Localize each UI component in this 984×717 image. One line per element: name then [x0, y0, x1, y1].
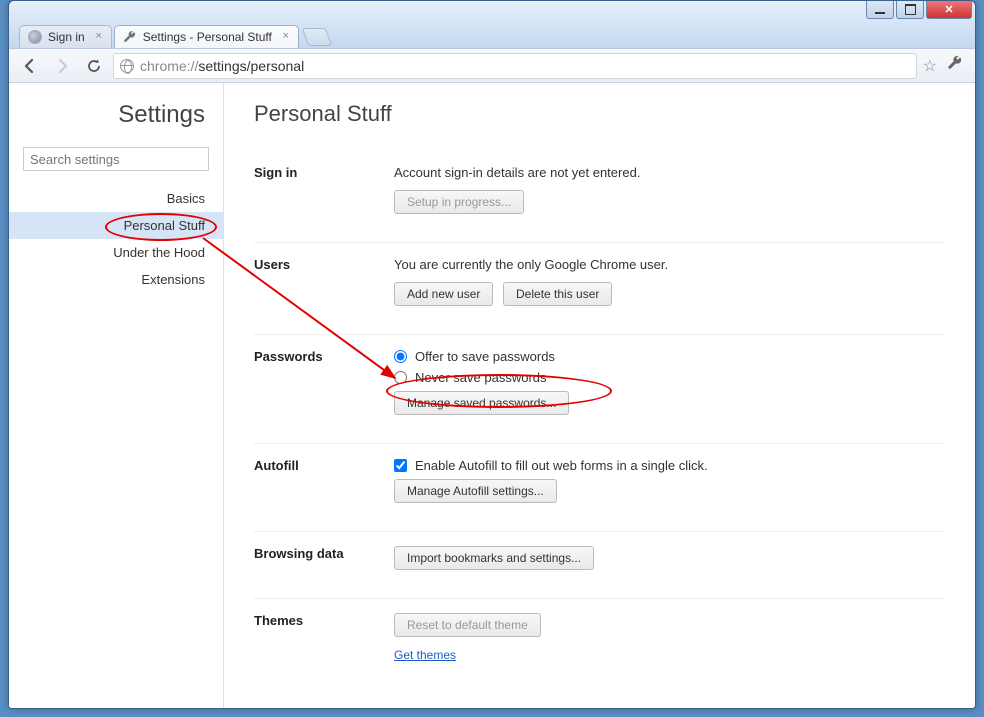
- section-users: Users You are currently the only Google …: [254, 243, 945, 335]
- tab-strip: Sign in × Settings - Personal Stuff ×: [9, 23, 975, 49]
- enable-autofill-checkbox[interactable]: [394, 459, 407, 472]
- tab-label: Sign in: [48, 30, 85, 44]
- section-browsing-data: Browsing data Import bookmarks and setti…: [254, 532, 945, 599]
- tab-settings[interactable]: Settings - Personal Stuff ×: [114, 25, 299, 48]
- back-button[interactable]: [17, 53, 43, 79]
- settings-sidebar: Settings Basics Personal Stuff Under the…: [9, 83, 224, 708]
- add-user-button[interactable]: Add new user: [394, 282, 493, 306]
- url-text: chrome://settings/personal: [140, 58, 304, 74]
- never-save-passwords-radio[interactable]: [394, 371, 407, 384]
- section-label: Browsing data: [254, 546, 394, 580]
- sidebar-item-basics[interactable]: Basics: [9, 185, 223, 212]
- setup-signin-button[interactable]: Setup in progress...: [394, 190, 524, 214]
- wrench-menu-button[interactable]: [943, 55, 967, 76]
- new-tab-button[interactable]: [302, 28, 333, 46]
- sidebar-item-personal-stuff[interactable]: Personal Stuff: [9, 212, 223, 239]
- signin-status-text: Account sign-in details are not yet ente…: [394, 165, 945, 180]
- forward-button[interactable]: [49, 53, 75, 79]
- search-settings-input[interactable]: [23, 147, 209, 171]
- section-label: Users: [254, 257, 394, 316]
- window-titlebar: [9, 1, 975, 23]
- window-maximize-button[interactable]: [896, 1, 924, 19]
- section-label: Sign in: [254, 165, 394, 224]
- offer-save-passwords-radio[interactable]: [394, 350, 407, 363]
- window-close-button[interactable]: [926, 1, 972, 19]
- window-minimize-button[interactable]: [866, 1, 894, 19]
- section-themes: Themes Reset to default theme Get themes: [254, 599, 945, 690]
- globe-icon: [120, 59, 134, 73]
- close-icon[interactable]: ×: [93, 30, 105, 42]
- section-label: Passwords: [254, 349, 394, 425]
- bookmark-star-icon[interactable]: ☆: [923, 56, 937, 76]
- import-bookmarks-button[interactable]: Import bookmarks and settings...: [394, 546, 594, 570]
- section-signin: Sign in Account sign-in details are not …: [254, 151, 945, 243]
- radio-label: Never save passwords: [415, 370, 547, 385]
- wrench-icon: [123, 30, 137, 44]
- checkbox-label: Enable Autofill to fill out web forms in…: [415, 458, 708, 473]
- reset-theme-button[interactable]: Reset to default theme: [394, 613, 541, 637]
- tab-signin[interactable]: Sign in ×: [19, 25, 112, 48]
- delete-user-button[interactable]: Delete this user: [503, 282, 612, 306]
- radio-label: Offer to save passwords: [415, 349, 555, 364]
- tab-label: Settings - Personal Stuff: [143, 30, 272, 44]
- reload-button[interactable]: [81, 53, 107, 79]
- get-themes-link[interactable]: Get themes: [394, 648, 456, 662]
- section-autofill: Autofill Enable Autofill to fill out web…: [254, 444, 945, 532]
- manage-passwords-button[interactable]: Manage saved passwords...: [394, 391, 569, 415]
- address-bar[interactable]: chrome://settings/personal: [113, 53, 917, 79]
- section-label: Autofill: [254, 458, 394, 513]
- page-title: Personal Stuff: [254, 101, 945, 127]
- sidebar-item-extensions[interactable]: Extensions: [9, 266, 223, 293]
- close-icon[interactable]: ×: [280, 30, 292, 42]
- sidebar-item-under-the-hood[interactable]: Under the Hood: [9, 239, 223, 266]
- users-status-text: You are currently the only Google Chrome…: [394, 257, 945, 272]
- section-passwords: Passwords Offer to save passwords Never …: [254, 335, 945, 444]
- sidebar-title: Settings: [9, 101, 223, 147]
- browser-toolbar: chrome://settings/personal ☆: [9, 49, 975, 83]
- globe-icon: [28, 30, 42, 44]
- section-label: Themes: [254, 613, 394, 672]
- settings-main: Personal Stuff Sign in Account sign-in d…: [224, 83, 975, 708]
- manage-autofill-button[interactable]: Manage Autofill settings...: [394, 479, 557, 503]
